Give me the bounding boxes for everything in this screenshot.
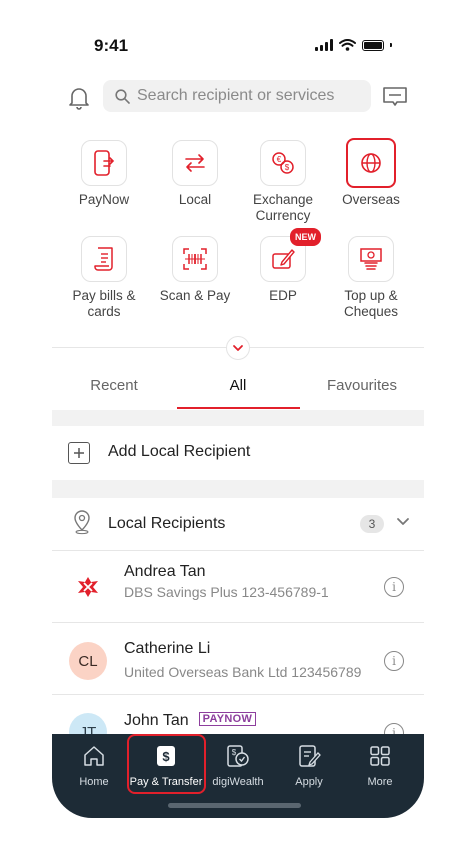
quick-action-icon-box [81, 140, 127, 186]
recipient-name: Catherine Li [124, 640, 211, 657]
home-icon [84, 746, 104, 766]
nav-label: More [367, 776, 393, 788]
transfer-arrows-icon [185, 154, 205, 172]
quick-action-label-line2: Cheques [343, 304, 399, 319]
recipient-account: United Overseas Bank Ltd 123456789 [124, 664, 362, 680]
spacer [52, 410, 424, 426]
search-icon [115, 88, 130, 104]
search-input[interactable] [137, 87, 347, 105]
bill-receipt-icon [94, 247, 113, 271]
home-indicator [168, 803, 301, 808]
active-tab-indicator [177, 407, 300, 409]
nav-label: Apply [295, 776, 323, 788]
quick-action-icon-box [172, 236, 218, 282]
recipient-account: DBS Savings Plus 123-456789-1 [124, 584, 329, 600]
pay-transfer-highlight [127, 734, 206, 794]
quick-action-paynow[interactable]: PayNow [59, 140, 149, 208]
quick-action-icon-box-highlighted [346, 138, 396, 188]
quick-action-icon-box [172, 140, 218, 186]
svg-text:$: $ [285, 163, 290, 172]
quick-action-overseas[interactable]: Overseas [326, 138, 416, 208]
recipient-name: Andrea Tan [124, 563, 206, 580]
location-pin-icon [74, 510, 90, 535]
message-icon[interactable] [382, 86, 408, 108]
nav-label: Home [79, 776, 109, 788]
quick-action-top-up[interactable]: Top up & Cheques [326, 236, 416, 320]
apply-form-icon [299, 745, 321, 767]
recipient-row[interactable]: Andrea Tan DBS Savings Plus 123-456789-1… [52, 550, 424, 623]
battery-tip [390, 43, 392, 47]
quick-action-label: PayNow [78, 192, 130, 207]
quick-action-label: EDP [269, 288, 297, 303]
status-time: 9:41 [94, 36, 129, 55]
quick-action-icon-box [81, 236, 127, 282]
cash-stack-icon [360, 248, 382, 270]
grid-icon [370, 746, 390, 766]
status-icons [315, 39, 392, 51]
quick-action-icon-box: € $ [260, 140, 306, 186]
dbs-logo-icon [69, 568, 107, 606]
recipient-name-row: John Tan PAYNOW [124, 712, 257, 730]
quick-action-label-line2: Currency [255, 208, 311, 223]
barcode-scan-icon [183, 248, 207, 270]
currency-exchange-icon: € $ [272, 152, 294, 174]
info-icon[interactable]: i [384, 651, 404, 671]
nav-home[interactable]: Home [57, 740, 131, 788]
bottom-navigation: Home $ Pay & Transfer $ digiWealth Apply… [52, 734, 424, 818]
quick-action-label: Scan & Pay [159, 288, 231, 303]
spacer [52, 480, 424, 498]
add-local-recipient-label: Add Local Recipient [108, 443, 251, 460]
paynow-tag: PAYNOW [198, 712, 257, 726]
recipient-row[interactable]: CL Catherine Li United Overseas Bank Ltd… [52, 622, 424, 695]
quick-action-label-line2: cards [87, 304, 121, 319]
tab-recent[interactable]: Recent [52, 368, 176, 410]
paynow-phone-icon [94, 150, 115, 176]
quick-action-label: Overseas [342, 192, 400, 207]
recipient-name: John Tan [124, 712, 189, 729]
quick-action-edp[interactable]: NEW EDP [238, 228, 328, 304]
edp-pen-icon [272, 249, 295, 269]
nav-apply[interactable]: Apply [272, 740, 346, 788]
svg-text:$: $ [232, 748, 237, 757]
add-local-recipient-button[interactable]: Add Local Recipient [52, 426, 424, 480]
local-recipients-title: Local Recipients [108, 515, 226, 532]
nav-more[interactable]: More [343, 740, 417, 788]
quick-action-pay-bills[interactable]: Pay bills & cards [59, 236, 149, 320]
wealth-icon: $ [227, 745, 249, 767]
quick-action-scan-pay[interactable]: Scan & Pay [150, 236, 240, 304]
recipient-tabs: Recent All Favourites [52, 368, 424, 410]
quick-action-label-line1: Pay bills & [72, 288, 136, 303]
globe-icon [361, 153, 381, 173]
quick-action-label-line1: Exchange [252, 192, 314, 207]
quick-action-label: Local [178, 192, 212, 207]
nav-digiwealth[interactable]: $ digiWealth [201, 740, 275, 788]
expand-quick-actions-button[interactable] [226, 336, 250, 360]
signal-icon [315, 39, 333, 51]
status-bar: 9:41 [52, 12, 424, 72]
quick-action-icon-box: NEW [260, 228, 321, 282]
bell-icon[interactable] [68, 86, 90, 110]
svg-text:€: € [277, 155, 282, 164]
new-badge: NEW [290, 228, 321, 246]
quick-action-icon-box [348, 236, 394, 282]
tab-all[interactable]: All [176, 368, 300, 410]
search-bar[interactable] [103, 80, 371, 112]
avatar: CL [69, 642, 107, 680]
battery-icon [362, 39, 384, 51]
quick-action-label-line1: Top up & [344, 288, 398, 303]
tab-favourites[interactable]: Favourites [300, 368, 424, 410]
local-recipients-header[interactable]: Local Recipients 3 [52, 498, 424, 550]
quick-action-local[interactable]: Local [150, 140, 240, 208]
wifi-icon [339, 39, 356, 51]
chevron-down-icon[interactable] [396, 517, 410, 526]
nav-label: digiWealth [212, 776, 264, 788]
quick-action-exchange-currency[interactable]: € $ Exchange Currency [238, 140, 328, 224]
info-icon[interactable]: i [384, 577, 404, 597]
plus-icon [68, 442, 90, 464]
phone-screen: 9:41 Search recipient or services PayNow… [52, 12, 424, 818]
recipient-count-badge: 3 [360, 515, 384, 533]
chevron-down-icon [233, 345, 243, 351]
top-bar [52, 80, 424, 114]
